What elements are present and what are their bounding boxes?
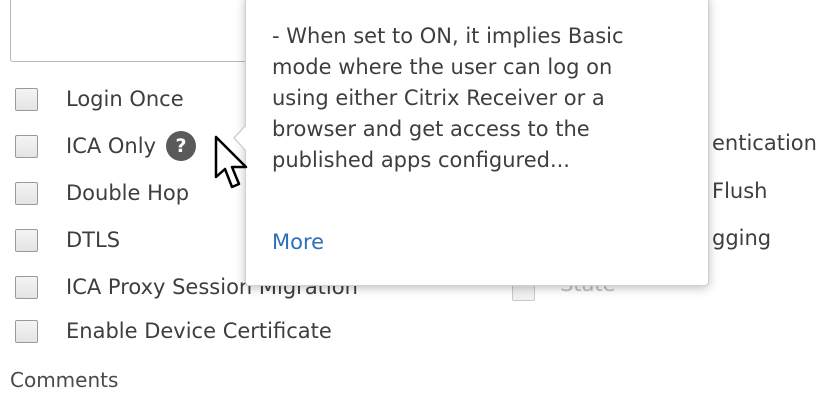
ica-only-checkbox[interactable] <box>15 134 38 158</box>
double-hop-checkbox[interactable] <box>15 181 38 205</box>
enable-device-certificate-label: Enable Device Certificate <box>66 319 332 343</box>
ica-only-label: ICA Only <box>66 134 156 158</box>
double-hop-label: Double Hop <box>66 181 190 205</box>
authentication-label-partial: entication <box>712 131 817 155</box>
dtls-label: DTLS <box>66 228 121 252</box>
mouse-pointer-icon <box>214 135 248 189</box>
tooltip-more-link[interactable]: More <box>272 230 324 254</box>
help-question-icon[interactable]: ? <box>166 131 196 161</box>
ica-proxy-session-migration-checkbox[interactable] <box>15 275 38 299</box>
comments-label: Comments <box>10 368 119 392</box>
logging-label-partial: gging <box>712 226 772 250</box>
enable-device-certificate-checkbox[interactable] <box>15 319 38 343</box>
enable-device-certificate-row[interactable]: Enable Device Certificate <box>15 316 332 346</box>
ica-only-row[interactable]: ICA Only ? <box>15 131 196 161</box>
login-once-label: Login Once <box>66 87 184 111</box>
dtls-checkbox[interactable] <box>15 228 38 252</box>
help-tooltip: - When set to ON, it implies Basic mode … <box>233 0 709 286</box>
login-once-checkbox[interactable] <box>15 87 38 111</box>
tooltip-text: - When set to ON, it implies Basic mode … <box>272 24 624 172</box>
login-once-row[interactable]: Login Once <box>15 84 184 114</box>
double-hop-row[interactable]: Double Hop <box>15 178 189 208</box>
flush-label-partial: Flush <box>712 179 768 203</box>
top-text-field[interactable] <box>10 0 260 62</box>
dtls-row[interactable]: DTLS <box>15 225 120 255</box>
